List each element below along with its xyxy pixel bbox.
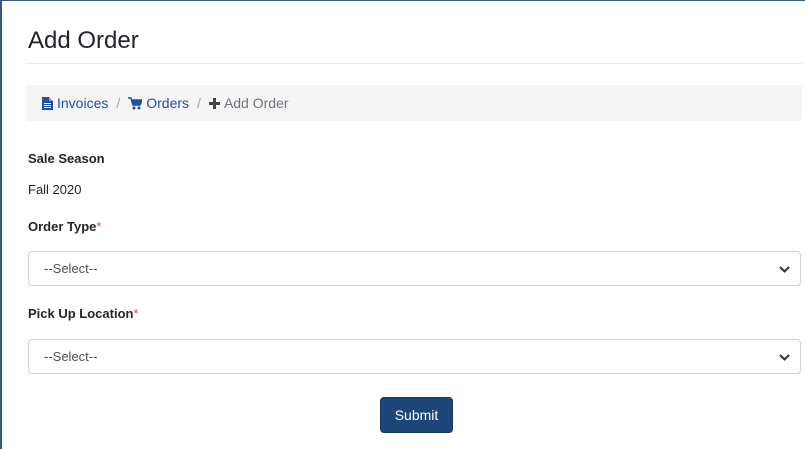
chevron-down-icon <box>779 263 790 278</box>
order-type-select[interactable]: --Select-- <box>28 251 801 286</box>
title-divider <box>26 63 802 64</box>
breadcrumb-item-invoices[interactable]: Invoices <box>42 95 108 111</box>
breadcrumb-current: Add Order <box>223 95 289 111</box>
required-asterisk: * <box>133 306 139 321</box>
breadcrumb-link-orders[interactable]: Orders <box>146 95 189 111</box>
pickup-location-label-text: Pick Up Location <box>28 306 134 321</box>
required-asterisk: * <box>96 219 102 234</box>
pickup-location-select[interactable]: --Select-- <box>28 339 801 374</box>
sale-season-value: Fall 2020 <box>28 182 82 197</box>
pickup-location-label: Pick Up Location* <box>28 306 139 321</box>
order-type-label-text: Order Type <box>28 219 97 234</box>
pickup-location-selected-value: --Select-- <box>44 349 98 364</box>
cart-icon <box>128 96 143 110</box>
order-type-selected-value: --Select-- <box>44 261 98 276</box>
page-title: Add Order <box>28 27 139 54</box>
order-type-label: Order Type* <box>28 219 101 234</box>
page-frame: Add Order Invoices / Orders / Add Order … <box>0 0 805 449</box>
submit-button[interactable]: Submit <box>380 397 453 433</box>
plus-icon <box>208 97 220 109</box>
breadcrumb-separator: / <box>116 95 121 111</box>
file-icon <box>42 96 53 110</box>
breadcrumb-item-add-order: Add Order <box>208 95 289 111</box>
chevron-down-icon <box>779 351 790 366</box>
breadcrumb: Invoices / Orders / Add Order <box>26 85 802 121</box>
breadcrumb-separator: / <box>197 95 201 111</box>
sale-season-label: Sale Season <box>28 151 105 166</box>
breadcrumb-link-invoices[interactable]: Invoices <box>57 95 108 111</box>
breadcrumb-item-orders[interactable]: Orders <box>128 95 189 111</box>
